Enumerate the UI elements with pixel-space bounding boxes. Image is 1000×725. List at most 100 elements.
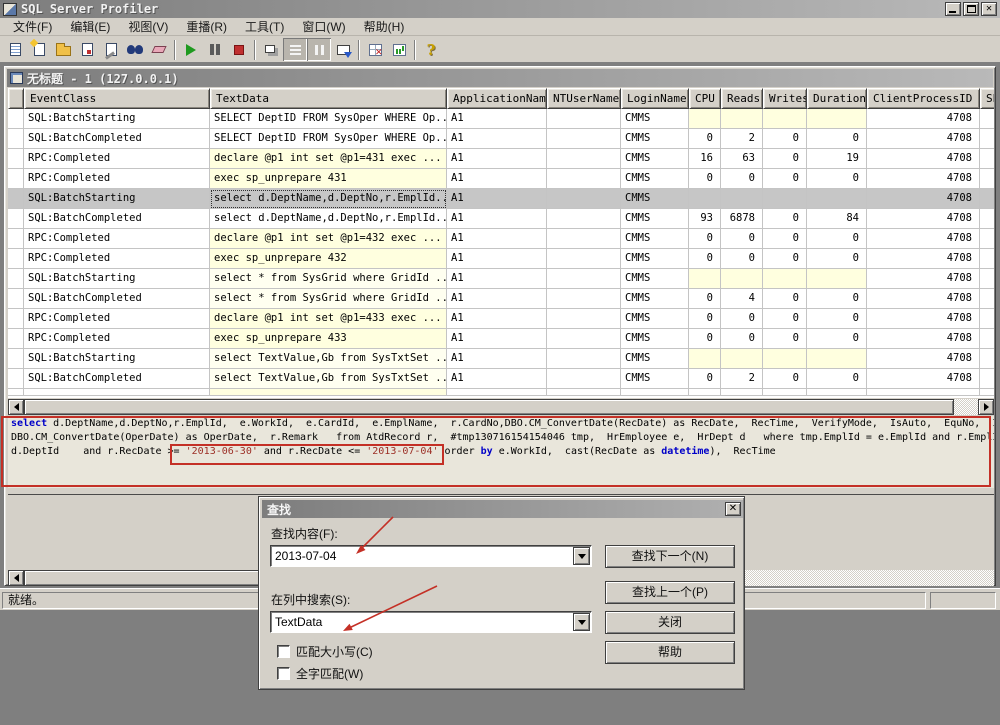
find-previous-button[interactable]: 查找上一个(P): [605, 581, 735, 604]
cell-cpu: 0: [689, 129, 721, 149]
clear-button[interactable]: [147, 38, 171, 61]
whole-word-row: 全字匹配(W): [277, 665, 363, 682]
cell-textdata: SELECT DeptID FROM SysOper WHERE Op...: [210, 109, 447, 129]
cell-textdata: select d.DeptName,d.DeptNo,r.EmplId...: [210, 189, 447, 209]
table-row[interactable]: RPC:Completedexec sp_unprepare 433A1CMMS…: [8, 329, 994, 349]
cell-spid: [980, 169, 994, 189]
grid-hscrollbar[interactable]: [8, 399, 994, 415]
cell-writes: [763, 109, 807, 129]
new-template-button[interactable]: [27, 38, 51, 61]
menu-item-window[interactable]: 窗口(W): [293, 17, 354, 36]
autoscroll-button[interactable]: [331, 38, 355, 61]
pause-trace-button[interactable]: [203, 38, 227, 61]
table-row[interactable]: SQL:BatchCompletedselect d.DeptName,d.De…: [8, 209, 994, 229]
pause-icon: [210, 44, 214, 55]
chevron-down-icon[interactable]: [573, 547, 590, 565]
table-row[interactable]: SQL:BatchCompletedselect TextValue,Gb fr…: [8, 369, 994, 389]
window-arrow-icon: [337, 45, 350, 55]
scroll-left-arrow[interactable]: [8, 399, 24, 415]
open-button[interactable]: [51, 38, 75, 61]
cell-applicationname: A1: [447, 309, 547, 329]
table-row[interactable]: RPC:Completeddeclare @p1 int set @p1=432…: [8, 229, 994, 249]
close-dialog-button[interactable]: 关闭: [605, 611, 735, 634]
cell-duration: 0: [807, 309, 867, 329]
menu-item-file[interactable]: 文件(F): [4, 17, 61, 36]
cell-duration: 0: [807, 369, 867, 389]
help-dialog-button[interactable]: 帮助: [605, 641, 735, 664]
cell-applicationname: A1: [447, 229, 547, 249]
table-row[interactable]: SQL:BatchStartingselect TextValue,Gb fro…: [8, 349, 994, 369]
find-dialog-titlebar[interactable]: 查找 ✕: [262, 500, 743, 518]
table-row[interactable]: RPC:Completedexec sp_unprepare 432A1CMMS…: [8, 249, 994, 269]
cell-reads: [721, 109, 763, 129]
table-row[interactable]: RPC:Completedexec sp_unprepare 431A1CMMS…: [8, 169, 994, 189]
table-row[interactable]: RPC:Completeddeclare @p1 int set @p1=433…: [8, 309, 994, 329]
menu-item-replay[interactable]: 重播(R): [177, 17, 236, 36]
cell-duration: 84: [807, 209, 867, 229]
trace-titlebar[interactable]: 无标题 - 1 (127.0.0.1): [7, 69, 993, 87]
maximize-button[interactable]: [963, 2, 979, 16]
scroll-right-arrow[interactable]: [978, 399, 994, 415]
toolbar-separator: [414, 40, 416, 60]
table-row[interactable]: SQL:BatchStartingselect d.DeptName,d.Dep…: [8, 189, 994, 209]
sql-text-line: DBO.CM_ConvertDate(OperDate) as OperDate…: [11, 432, 994, 446]
table-row[interactable]: RPC:Completeddeclare @p1 int set @p1=431…: [8, 149, 994, 169]
toggle-columns-button[interactable]: [307, 38, 331, 61]
columns-icon: [315, 45, 324, 55]
minimize-button[interactable]: [945, 2, 961, 16]
binoculars-icon: [127, 45, 143, 54]
menu-item-edit[interactable]: 编辑(E): [61, 17, 119, 36]
close-button[interactable]: ✕: [981, 2, 997, 16]
table-row[interactable]: SQL:BatchStartingselect * from SysGrid w…: [8, 269, 994, 289]
cell-textdata: select * from SysGrid where GridId ...: [210, 289, 447, 309]
find-button[interactable]: [123, 38, 147, 61]
chevron-down-icon[interactable]: [573, 613, 590, 631]
stop-trace-button[interactable]: [227, 38, 251, 61]
toggle-grouped-view-button[interactable]: [283, 38, 307, 61]
menu-item-tools[interactable]: 工具(T): [236, 17, 293, 36]
cell-applicationname: A1: [447, 329, 547, 349]
save-button[interactable]: [75, 38, 99, 61]
menu-item-view[interactable]: 视图(V): [119, 17, 177, 36]
cell-reads: 0: [721, 249, 763, 269]
menu-item-help[interactable]: 帮助(H): [355, 17, 414, 36]
cell-clientprocessid: 4708: [867, 249, 980, 269]
column-header-Reads: Reads: [721, 88, 763, 109]
grid-settings-button[interactable]: [363, 38, 387, 61]
table-row[interactable]: SQL:BatchCompletedSELECT DeptID FROM Sys…: [8, 129, 994, 149]
cell-spid: [980, 229, 994, 249]
search-in-combobox[interactable]: TextData: [270, 611, 592, 633]
save-icon: [82, 43, 93, 56]
cell-spid: [980, 289, 994, 309]
cell-loginname: CMMS: [621, 289, 689, 309]
whole-word-checkbox[interactable]: [277, 667, 290, 680]
match-case-label: 匹配大小写(C): [296, 643, 373, 660]
cell-writes: [763, 189, 807, 209]
cell-cpu: 0: [689, 309, 721, 329]
cell-clientprocessid: 4708: [867, 369, 980, 389]
table-row[interactable]: SQL:BatchStartingSELECT DeptID FROM SysO…: [8, 109, 994, 129]
new-trace-button[interactable]: [3, 38, 27, 61]
cell-duration: 0: [807, 229, 867, 249]
cell-clientprocessid: 4708: [867, 289, 980, 309]
properties-button[interactable]: [99, 38, 123, 61]
cascade-windows-button[interactable]: [259, 38, 283, 61]
find-dialog-title: 查找: [267, 501, 291, 518]
find-next-button[interactable]: 查找下一个(N): [605, 545, 735, 568]
match-case-checkbox[interactable]: [277, 645, 290, 658]
cell-loginname: CMMS: [621, 189, 689, 209]
row-selector-cell: [8, 189, 24, 209]
grid-hscrollbar-thumb[interactable]: [24, 399, 954, 415]
chart-button[interactable]: [387, 38, 411, 61]
table-row[interactable]: SQL:BatchCompletedselect * from SysGrid …: [8, 289, 994, 309]
search-in-value: TextData: [275, 615, 322, 629]
column-header-CPU: CPU: [689, 88, 721, 109]
row-selector-cell: [8, 229, 24, 249]
cell-cpu: 16: [689, 149, 721, 169]
find-dialog-close-button[interactable]: ✕: [725, 502, 741, 516]
find-what-combobox[interactable]: 2013-07-04: [270, 545, 592, 567]
scroll-left-arrow[interactable]: [8, 570, 24, 586]
start-trace-button[interactable]: [179, 38, 203, 61]
help-button[interactable]: ?: [419, 38, 443, 61]
cell-textdata: exec sp_unprepare 433: [210, 329, 447, 349]
